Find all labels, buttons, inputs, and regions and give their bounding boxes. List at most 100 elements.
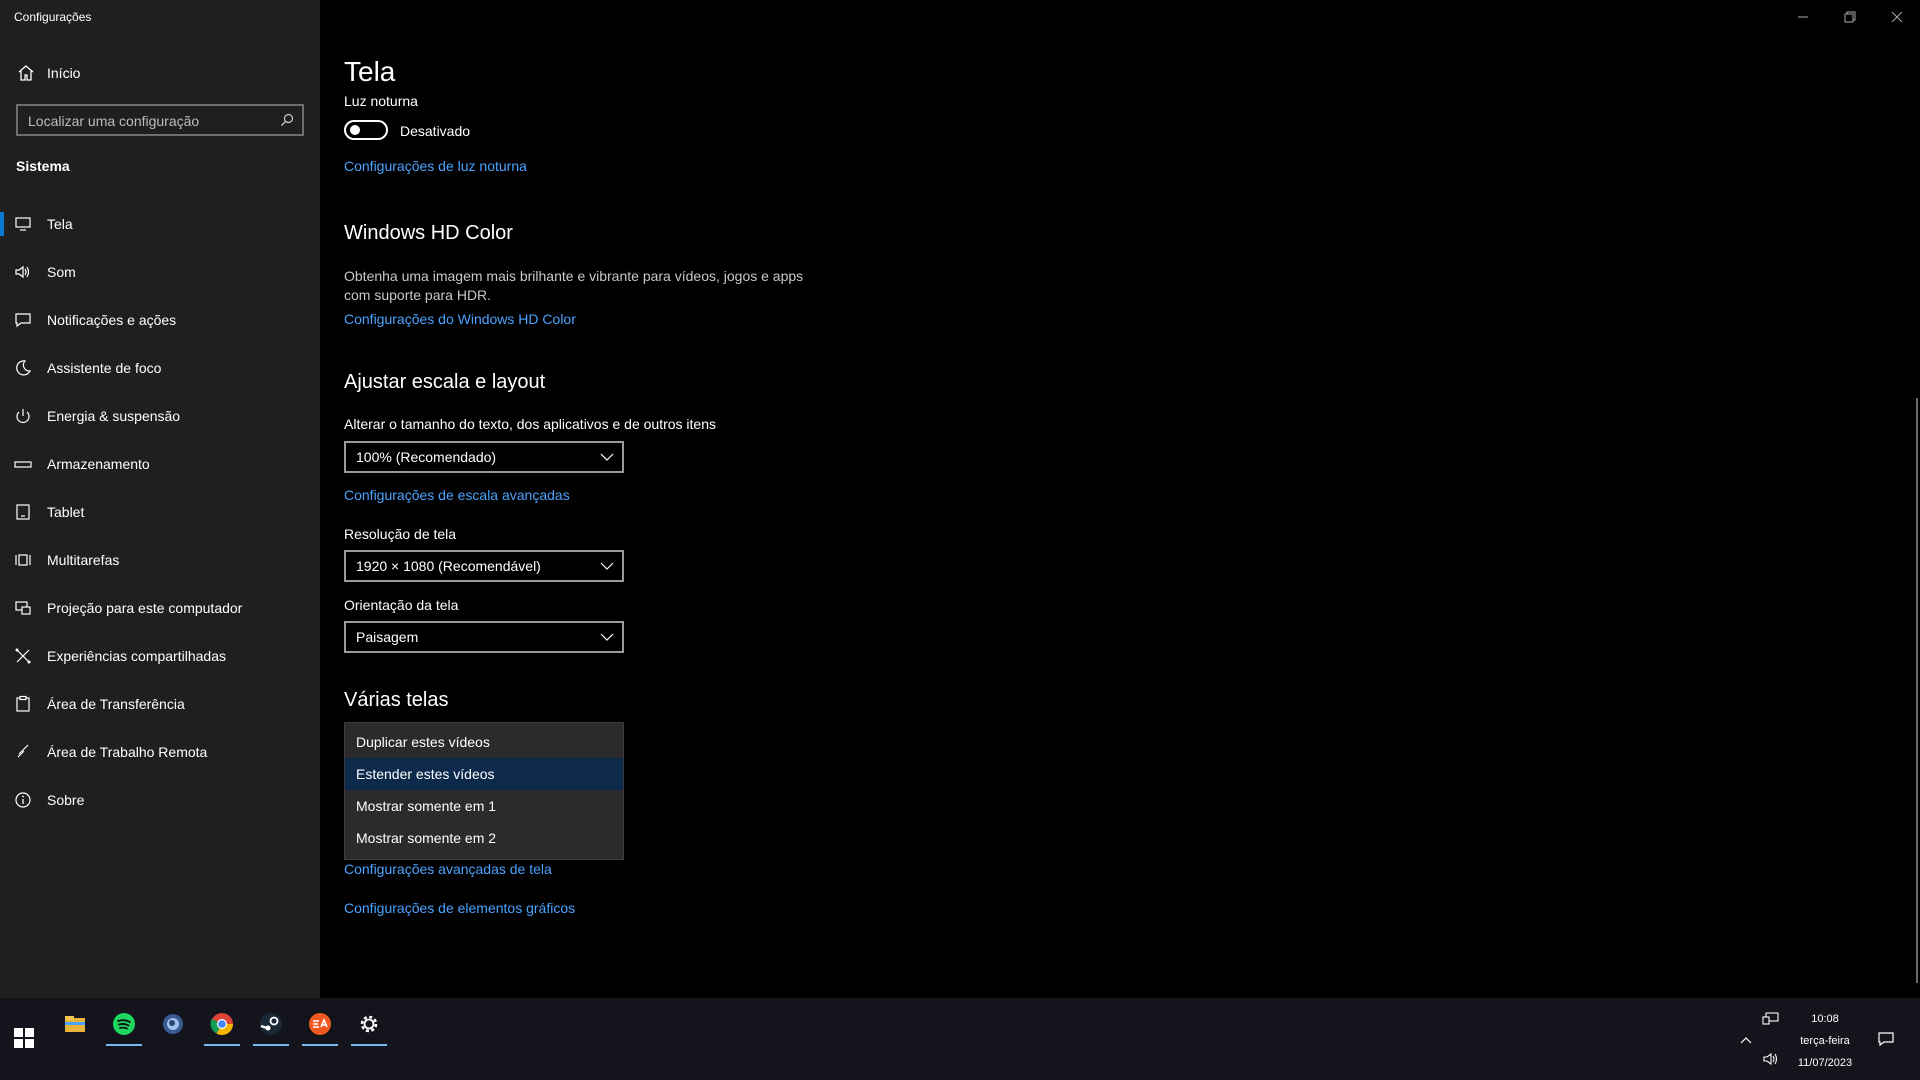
sidebar-item-label: Área de Transferência [47, 696, 185, 712]
sidebar-item-label: Experiências compartilhadas [47, 648, 226, 664]
settings-gear-icon [360, 1015, 378, 1033]
sidebar-item-label: Assistente de foco [47, 360, 162, 376]
search-icon[interactable] [280, 113, 294, 127]
taskbar: 10:08 terça-feira 11/07/2023 [0, 998, 1920, 1080]
sidebar-item-label: Sobre [47, 792, 85, 808]
sidebar-item-label: Armazenamento [47, 456, 150, 472]
sidebar-item-label: Multitarefas [47, 552, 120, 568]
active-indicator [302, 1044, 338, 1046]
power-icon [16, 409, 30, 423]
sidebar-item-projecao[interactable]: Projeção para este computador [0, 588, 320, 628]
remote-icon [17, 744, 29, 758]
search-input[interactable]: Localizar uma configuração [16, 104, 304, 136]
scrollbar[interactable] [1916, 398, 1918, 983]
sidebar-item-som[interactable]: Som [0, 252, 320, 292]
main-content: Tela Luz noturna Desativado Configuraçõe… [320, 0, 1920, 998]
taskbar-app-spotify[interactable] [104, 1004, 144, 1046]
taskbar-app-circle[interactable] [153, 1004, 193, 1044]
active-indicator [204, 1044, 240, 1046]
window-title: Configurações [14, 10, 92, 24]
sidebar-item-multitarefas[interactable]: Multitarefas [0, 540, 320, 580]
active-indicator [106, 1044, 142, 1046]
monitor-icon [15, 217, 31, 231]
home-nav-item[interactable]: Início [0, 58, 320, 88]
multitask-icon [15, 554, 31, 566]
sidebar-item-experiencias[interactable]: Experiências compartilhadas [0, 636, 320, 676]
night-light-settings-link[interactable]: Configurações de luz noturna [344, 158, 527, 174]
taskbar-app-ea[interactable] [300, 1004, 340, 1046]
shared-icon [15, 648, 31, 664]
multi-display-heading: Várias telas [344, 689, 449, 711]
dropdown-option-somente-1[interactable]: Mostrar somente em 1 [345, 790, 623, 822]
night-light-state: Desativado [400, 123, 471, 139]
sidebar: Configurações Início Localizar uma confi… [0, 0, 320, 998]
spotify-icon [113, 1013, 135, 1035]
dropdown-option-estender[interactable]: Estender estes vídeos [345, 758, 623, 790]
chevron-down-icon [600, 633, 614, 641]
sidebar-item-notificacoes[interactable]: Notificações e ações [0, 300, 320, 340]
section-title: Sistema [16, 158, 70, 174]
taskbar-app-file-explorer[interactable] [55, 1004, 95, 1044]
minimize-icon[interactable] [1794, 8, 1812, 26]
clipboard-icon [16, 695, 30, 712]
chrome-icon [210, 1013, 233, 1035]
app-circle-icon [163, 1014, 183, 1034]
projection-icon [15, 601, 31, 615]
steam-icon [260, 1013, 282, 1035]
taskbar-app-steam[interactable] [251, 1004, 291, 1046]
scale-size-label: Alterar o tamanho do texto, dos aplicati… [344, 416, 716, 432]
volume-icon[interactable] [1762, 1050, 1780, 1068]
chevron-down-icon [600, 453, 614, 461]
advanced-display-link[interactable]: Configurações avançadas de tela [344, 861, 552, 877]
hdr-settings-link[interactable]: Configurações do Windows HD Color [344, 311, 576, 327]
sidebar-item-assistente-foco[interactable]: Assistente de foco [0, 348, 320, 388]
sidebar-item-armazenamento[interactable]: Armazenamento [0, 444, 320, 484]
resolution-select[interactable]: 1920 × 1080 (Recomendável) [344, 550, 624, 582]
sidebar-item-energia[interactable]: Energia & suspensão [0, 396, 320, 436]
dropdown-option-somente-2[interactable]: Mostrar somente em 2 [345, 822, 623, 854]
sidebar-item-sobre[interactable]: Sobre [0, 780, 320, 820]
windows-start-icon[interactable] [14, 1028, 34, 1048]
chevron-up-icon[interactable] [1737, 1032, 1755, 1050]
taskbar-app-chrome[interactable] [202, 1004, 242, 1046]
action-center-icon[interactable] [1877, 1030, 1895, 1048]
network-icon[interactable] [1762, 1010, 1780, 1028]
advanced-scale-link[interactable]: Configurações de escala avançadas [344, 487, 570, 503]
info-icon [15, 792, 31, 808]
taskbar-app-settings[interactable] [349, 1004, 389, 1046]
page-title: Tela [344, 56, 396, 87]
option-label: Mostrar somente em 1 [356, 798, 497, 814]
orientation-label: Orientação da tela [344, 597, 459, 613]
option-label: Duplicar estes vídeos [356, 734, 490, 750]
restore-icon[interactable] [1841, 8, 1859, 26]
multi-display-dropdown[interactable]: Duplicar estes vídeos Estender estes víd… [344, 722, 624, 860]
scale-select-value: 100% (Recomendado) [356, 449, 497, 465]
sidebar-item-label: Som [47, 264, 76, 280]
sidebar-item-tela[interactable]: Tela [0, 204, 320, 244]
close-icon[interactable] [1888, 8, 1906, 26]
sidebar-item-label: Notificações e ações [47, 312, 177, 328]
clock-weekday: terça-feira [1800, 1035, 1850, 1047]
sidebar-item-area-transferencia[interactable]: Área de Transferência [0, 684, 320, 724]
speaker-icon [15, 265, 30, 279]
file-explorer-icon [65, 1016, 85, 1032]
orientation-select-value: Paisagem [356, 629, 419, 645]
graphics-settings-link[interactable]: Configurações de elementos gráficos [344, 900, 575, 916]
orientation-select[interactable]: Paisagem [344, 621, 624, 653]
option-label: Mostrar somente em 2 [356, 830, 497, 846]
sidebar-item-label: Tela [47, 216, 73, 232]
sidebar-item-label: Projeção para este computador [47, 600, 243, 616]
active-indicator [351, 1044, 387, 1046]
scale-select[interactable]: 100% (Recomendado) [344, 441, 624, 473]
scale-heading: Ajustar escala e layout [344, 371, 546, 393]
taskbar-clock[interactable]: 10:08 terça-feira 11/07/2023 [1790, 1008, 1860, 1074]
home-icon [18, 65, 34, 81]
sidebar-item-area-trabalho-remota[interactable]: Área de Trabalho Remota [0, 732, 320, 772]
clock-time: 10:08 [1811, 1013, 1839, 1025]
dropdown-option-duplicar[interactable]: Duplicar estes vídeos [345, 726, 623, 758]
hdr-heading: Windows HD Color [344, 222, 513, 244]
search-placeholder: Localizar uma configuração [28, 113, 200, 129]
ea-icon [309, 1013, 331, 1035]
sidebar-item-tablet[interactable]: Tablet [0, 492, 320, 532]
night-light-toggle[interactable] [344, 120, 388, 140]
